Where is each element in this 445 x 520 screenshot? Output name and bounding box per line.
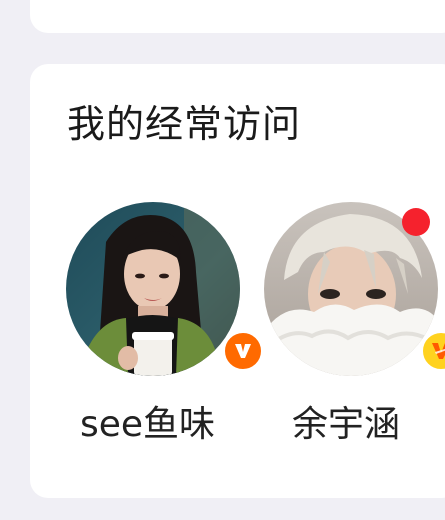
frequent-visit-item-1[interactable]: see鱼味	[66, 202, 266, 452]
vip-v-orange-icon	[222, 330, 264, 372]
frequent-visits-card: 我的经常访问 see鱼味 余宇涵	[30, 64, 445, 498]
visit-name: 余宇涵	[292, 404, 401, 445]
previous-section-card	[30, 0, 445, 33]
unread-dot-icon	[402, 208, 430, 236]
avatar-woman-dark-hair-holding-cup	[66, 202, 240, 376]
frequent-visit-item-2[interactable]: 余宇涵	[264, 202, 445, 452]
visit-name: see鱼味	[80, 404, 216, 445]
section-title: 我的经常访问	[67, 102, 302, 146]
